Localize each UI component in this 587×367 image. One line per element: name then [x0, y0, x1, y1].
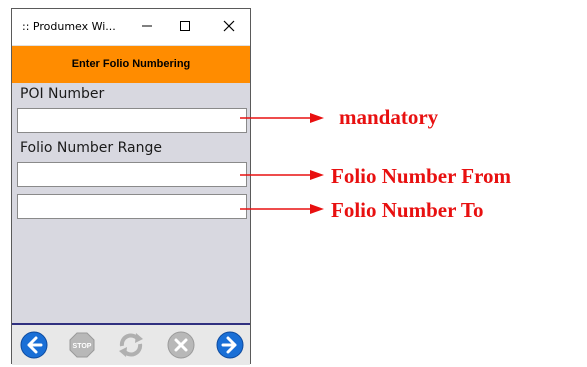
minimize-icon [142, 25, 152, 27]
folio-range-label: Folio Number Range [20, 140, 162, 156]
title-bar: :: Produmex Wi... [12, 9, 250, 46]
close-icon [223, 20, 235, 32]
poi-number-input[interactable] [17, 108, 247, 133]
cancel-button[interactable] [166, 330, 196, 360]
app-window: :: Produmex Wi... Enter Folio Numbering … [11, 8, 251, 365]
stop-icon: STOP [69, 332, 95, 358]
back-button[interactable] [19, 330, 49, 360]
arrow-right-icon [216, 331, 244, 359]
refresh-button[interactable] [116, 330, 146, 360]
maximize-button[interactable] [172, 14, 198, 38]
next-button[interactable] [215, 330, 245, 360]
refresh-icon [119, 333, 143, 357]
close-button[interactable] [216, 14, 242, 38]
annotation-mandatory: mandatory [339, 105, 439, 129]
annotation-folio-from: Folio Number From [331, 164, 512, 188]
annotation-arrow-poi [240, 113, 324, 123]
bottom-toolbar: STOP [12, 323, 250, 365]
window-title: :: Produmex Wi... [22, 20, 116, 33]
stop-button[interactable]: STOP [67, 330, 97, 360]
annotation-arrow-from [240, 170, 324, 180]
folio-from-input[interactable] [17, 162, 247, 187]
poi-number-label: POI Number [20, 86, 105, 102]
maximize-icon [180, 21, 190, 31]
annotation-folio-to: Folio Number To [331, 198, 484, 222]
page-header: Enter Folio Numbering [12, 46, 250, 83]
stop-icon-text: STOP [73, 343, 92, 350]
annotation-arrow-to [240, 204, 324, 214]
folio-to-input[interactable] [17, 194, 247, 219]
cancel-icon [167, 331, 195, 359]
minimize-button[interactable] [134, 14, 160, 38]
arrow-left-icon [20, 331, 48, 359]
